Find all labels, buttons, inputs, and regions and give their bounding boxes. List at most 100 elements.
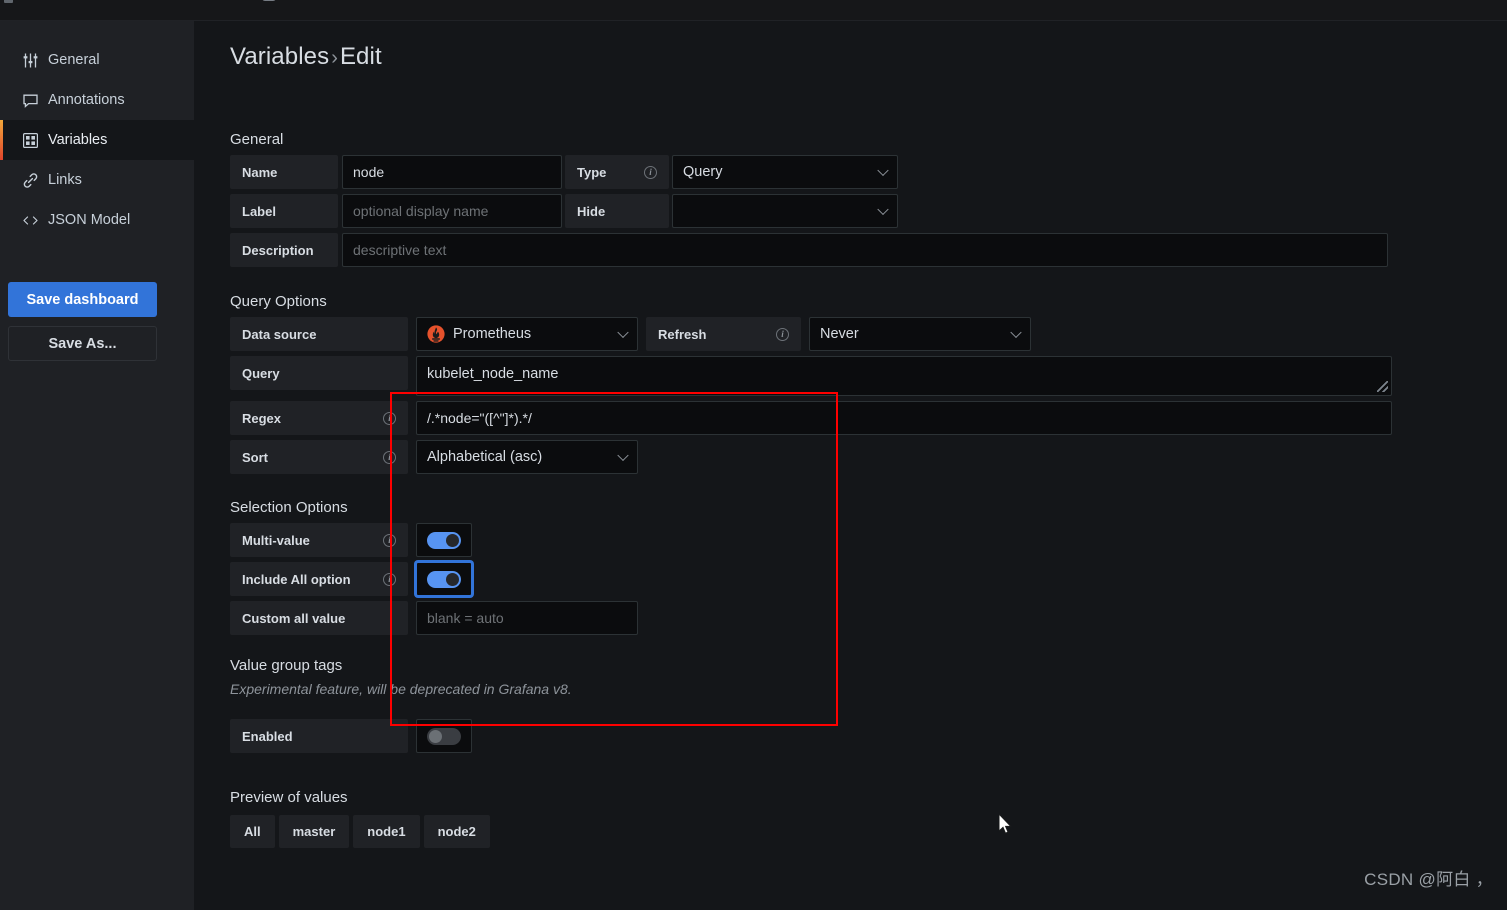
refresh-select[interactable]: Never [809,317,1031,351]
sort-row: Sort i Alphabetical (asc) [230,440,1507,474]
custom-all-value-label: Custom all value [230,601,408,635]
page-title-main: Variables [230,43,330,70]
sidebar-item-links[interactable]: Links [0,160,194,200]
hide-label: Hide [565,194,669,228]
code-brackets-icon [22,212,39,229]
chevron-down-icon-type [877,164,889,177]
resize-grip-icon[interactable] [1377,381,1388,392]
preview-chip[interactable]: node1 [353,815,420,848]
value-group-tags-heading: Value group tags [230,657,343,674]
sidebar-item-variables[interactable]: Variables [0,120,194,160]
toggle-switch-off [427,727,461,745]
multi-value-row: Multi-value i [230,523,1507,557]
general-section-heading: General [230,131,284,148]
grid-squares-icon [22,132,39,149]
datasource-select-value: Prometheus [453,326,532,342]
regex-row: Regex i [230,401,1507,435]
query-label: Query [230,356,408,390]
settings-nav-list: General Annotations Variables Links JSON… [0,21,194,240]
label-row: Label Hide [230,194,1507,228]
include-all-label: Include All option i [230,562,408,596]
preview-chip[interactable]: All [230,815,275,848]
sidebar-item-label-variables: Variables [48,132,108,148]
preview-chip-list: All master node1 node2 [230,815,1507,848]
multi-value-label: Multi-value i [230,523,408,557]
custom-all-value-row: Custom all value [230,601,1507,635]
sidebar-item-label-links: Links [48,172,82,188]
page-title: Variables ›Edit [230,43,1507,71]
page-title-sub: Edit [339,43,382,70]
include-all-label-text: Include All option [242,571,351,587]
refresh-label-text: Refresh [658,326,707,342]
prometheus-icon [427,325,445,343]
watermark-text: CSDN @阿白 ， [1364,870,1493,889]
vgt-enabled-row: Enabled [230,719,1507,753]
regex-label: Regex i [230,401,408,435]
info-icon-refresh[interactable]: i [776,327,789,341]
multi-value-label-text: Multi-value [242,532,310,548]
variable-editor-panel: Variables›Edit General Name Type i Query… [194,21,1507,910]
type-select-value: Query [683,164,723,180]
sidebar-item-general[interactable]: General [0,40,194,80]
name-input[interactable] [342,155,562,189]
label-input[interactable] [342,194,562,228]
regex-label-text: Regex [242,410,282,426]
query-textarea[interactable]: kubelet_node_name [416,356,1392,396]
custom-all-value-input[interactable] [416,601,638,635]
query-row: Query kubelet_node_name [230,356,1507,396]
vgt-enabled-toggle[interactable] [416,719,472,753]
sidebar-item-label-annotations: Annotations [48,92,125,108]
include-all-toggle[interactable] [416,562,472,596]
refresh-label: Refresh i [646,317,801,351]
description-label: Description [230,233,338,267]
type-select[interactable]: Query [672,155,898,189]
chevron-down-icon-refresh [1010,326,1022,339]
breadcrumb-separator-icon: › [331,47,338,69]
save-as-button[interactable]: Save As... [8,326,157,361]
multi-value-toggle[interactable] [416,523,472,557]
vgt-enabled-label: Enabled [230,719,408,753]
sidebar-item-annotations[interactable]: Annotations [0,80,194,120]
header-breadcrumb-ghost [262,0,276,1]
mouse-cursor-icon [998,812,1013,836]
selection-options-heading: Selection Options [230,499,348,516]
sort-select[interactable]: Alphabetical (asc) [416,440,638,474]
query-textarea-value: kubelet_node_name [427,366,559,382]
preview-of-values-heading: Preview of values [230,789,348,806]
settings-sidebar: General Annotations Variables Links JSON… [0,21,194,910]
name-row: Name Type i Query [230,155,1507,189]
sidebar-item-json-model[interactable]: JSON Model [0,200,194,240]
description-input[interactable] [342,233,1388,267]
info-icon-multi-value[interactable]: i [383,533,396,547]
sort-select-value: Alphabetical (asc) [427,449,543,465]
sort-label: Sort i [230,440,408,474]
save-dashboard-button[interactable]: Save dashboard [8,282,157,317]
link-icon [22,172,39,189]
info-icon-sort[interactable]: i [383,450,396,464]
label-label: Label [230,194,338,228]
chevron-down-icon-datasource [617,326,629,339]
info-icon-type[interactable]: i [644,165,657,179]
info-icon-include-all[interactable]: i [383,572,396,586]
sliders-icon [22,52,39,69]
refresh-select-value: Never [820,326,859,342]
sort-label-text: Sort [242,449,268,465]
type-label: Type i [565,155,669,189]
preview-chip[interactable]: node2 [423,815,490,848]
sidebar-item-label-json-model: JSON Model [48,212,131,228]
hide-select[interactable] [672,194,898,228]
regex-input[interactable] [416,401,1392,435]
datasource-select[interactable]: Prometheus [416,317,638,351]
preview-chip[interactable]: master [278,815,350,848]
header-menu-icon[interactable] [4,0,13,3]
info-icon-regex[interactable]: i [383,411,396,425]
chevron-down-icon-hide [877,203,889,216]
name-label: Name [230,155,338,189]
datasource-row: Data source Prometheus Refresh i Never [230,317,1507,351]
include-all-row: Include All option i [230,562,1507,596]
chevron-down-icon-sort [617,449,629,462]
datasource-label: Data source [230,317,408,351]
sidebar-actions: Save dashboard Save As... [0,282,194,361]
comment-icon [22,92,39,109]
query-options-heading: Query Options [230,293,327,310]
